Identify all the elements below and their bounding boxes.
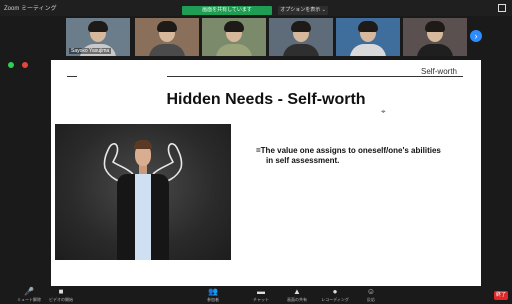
recording-indicator-icon (22, 62, 28, 68)
share-screen-icon: ▲ (293, 287, 301, 296)
slide-tag: Self-worth (420, 67, 457, 76)
view-options-button[interactable]: オプションを表示 ⌄ (278, 6, 328, 15)
participant-tile[interactable] (135, 18, 199, 56)
toolbar-label: 反応 (367, 297, 375, 302)
participant-tile[interactable] (202, 18, 266, 56)
chat-button[interactable]: ▬ チャット (246, 287, 276, 303)
toolbar-label: レコーディング (321, 297, 349, 302)
toolbar-label: ビデオの開始 (49, 297, 73, 302)
participants-button[interactable]: 👥 参加者 (198, 287, 228, 303)
reactions-button[interactable]: ☺ 反応 (356, 287, 386, 303)
definition-line-2: in self assessment. (266, 156, 340, 165)
record-button[interactable]: ● レコーディング (320, 287, 350, 303)
slide-divider-left (67, 76, 77, 77)
end-meeting-button[interactable]: 終了 (494, 291, 508, 300)
microphone-button[interactable]: 🎤 ミュート解除 (14, 287, 44, 303)
participant-gallery: Sayoko Yasujima (66, 18, 476, 56)
toolbar-label: チャット (253, 297, 269, 302)
restore-window-icon[interactable] (498, 4, 506, 12)
toolbar-label: 参加者 (207, 297, 219, 302)
microphone-icon: 🎤 (24, 287, 34, 296)
participant-tile[interactable]: Sayoko Yasujima (66, 18, 130, 56)
definition-line-1: =The value one assigns to oneself/one's … (256, 146, 441, 155)
toolbar-label: ミュート解除 (17, 297, 41, 302)
meeting-indicator (8, 61, 52, 69)
definition-text: =The value one assigns to oneself/one's … (256, 146, 476, 166)
meeting-toolbar: 🎤 ミュート解除 ■ ビデオの開始 👥 参加者 ▬ チャット ▲ 画面の共有 ● レコーディング ☺ 反応 (0, 286, 512, 304)
participant-tile[interactable] (336, 18, 400, 56)
participant-tile[interactable] (403, 18, 467, 56)
mouse-cursor-icon: ⌖ (381, 107, 386, 116)
chat-icon: ▬ (257, 287, 265, 296)
reactions-icon: ☺ (366, 287, 376, 296)
title-bar: Zoom ミーティング 画面を共有しています オプションを表示 ⌄ (0, 0, 512, 16)
participant-name: Sayoko Yasujima (69, 48, 112, 54)
participants-icon: 👥 (208, 287, 218, 296)
video-camera-button[interactable]: ■ ビデオの開始 (46, 287, 76, 303)
slide-divider (167, 76, 463, 77)
flexing-man-image (55, 124, 231, 260)
video-camera-icon: ■ (58, 287, 64, 296)
security-shield-icon[interactable] (8, 62, 14, 68)
chevron-right-icon[interactable]: › (470, 30, 482, 42)
screen-sharing-banner[interactable]: 画面を共有しています (182, 6, 272, 15)
toolbar-label: 画面の共有 (287, 297, 307, 302)
shared-slide: Self-worth Hidden Needs - Self-worth ⌖ =… (51, 60, 481, 286)
participant-tile[interactable] (269, 18, 333, 56)
app-title: Zoom ミーティング (4, 6, 57, 12)
share-screen-button[interactable]: ▲ 画面の共有 (282, 287, 312, 303)
record-icon: ● (332, 287, 338, 296)
slide-title: Hidden Needs - Self-worth (166, 91, 366, 108)
